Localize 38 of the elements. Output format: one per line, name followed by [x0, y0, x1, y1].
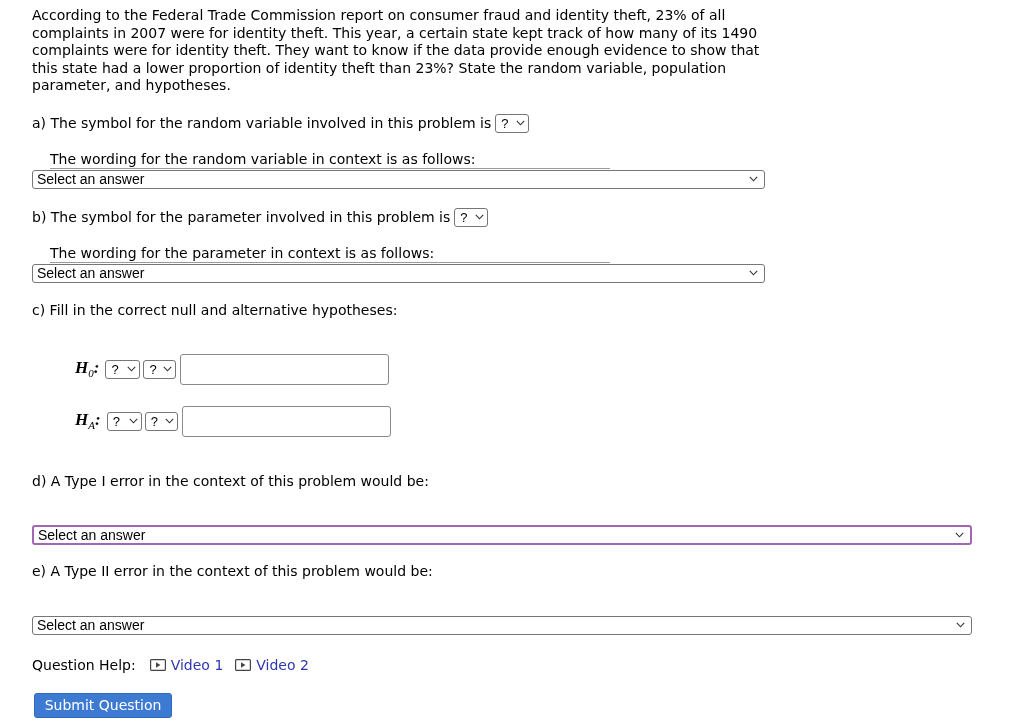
answer-dropdown[interactable]: Select an answer	[32, 169, 765, 189]
symbol-dropdown[interactable]: ?	[144, 411, 178, 431]
symbol-dropdown[interactable]: ?	[105, 359, 141, 379]
submit-button[interactable]: Submit Question	[34, 692, 172, 718]
chevron-down-icon	[475, 214, 485, 220]
question-prompt: a) The symbol for the random variable involved in this problem is	[32, 114, 492, 132]
hypothesis-label: H$_{A}$:	[75, 410, 101, 432]
symbol-dropdown[interactable]: ?	[106, 411, 142, 431]
answer-dropdown[interactable]: Select an answer	[32, 524, 972, 545]
input-field[interactable]	[180, 353, 390, 385]
play-icon	[235, 659, 252, 671]
input-field[interactable]	[181, 405, 391, 437]
chevron-down-icon	[163, 366, 173, 372]
answer-dropdown[interactable]: Select an answer	[32, 615, 972, 635]
answer-dropdown[interactable]: Select an answer	[32, 263, 765, 283]
video-link[interactable]: Video 1	[149, 657, 224, 673]
chevron-down-icon	[955, 531, 964, 538]
symbol-dropdown[interactable]: ?	[454, 207, 489, 227]
question-prompt: e) A Type II error in the context of this problem would be:	[32, 562, 434, 580]
wording-label: The wording for the random variable in context is as follows:	[50, 150, 610, 169]
wording-label: The wording for the parameter in context is as follows:	[50, 244, 610, 263]
chevron-down-icon	[749, 270, 758, 276]
chevron-down-icon	[128, 418, 138, 424]
chevron-down-icon	[956, 622, 965, 628]
symbol-dropdown[interactable]: ?	[143, 359, 177, 379]
chevron-down-icon	[749, 176, 758, 182]
help-label: Question Help:	[32, 657, 136, 673]
hypothesis-label: H$_{0}$:	[75, 358, 100, 380]
chevron-down-icon	[516, 120, 526, 126]
symbol-dropdown[interactable]: ?	[495, 113, 530, 133]
chevron-down-icon	[164, 418, 174, 424]
chevron-down-icon	[127, 366, 137, 372]
question-prompt: d) A Type I error in the context of this problem would be:	[32, 472, 430, 490]
question-prompt: b) The symbol for the parameter involved in this problem is	[32, 208, 451, 226]
play-icon	[149, 659, 166, 671]
question-text: According to the Federal Trade Commission report on consumer fraud and identity theft, 23% of all complaints in 2007 were for identity theft. This year, a certain state kept track of how many of its 1490 complaints were for identity theft. They want to know if the data provide enough evidence to show that this state had a lower proportion of identity theft than 23%? State the random variable, population parameter, and hypotheses.	[32, 7, 761, 95]
question-prompt: c) Fill in the correct null and alternative hypotheses:	[32, 301, 399, 319]
video-link[interactable]: Video 2	[235, 657, 309, 673]
